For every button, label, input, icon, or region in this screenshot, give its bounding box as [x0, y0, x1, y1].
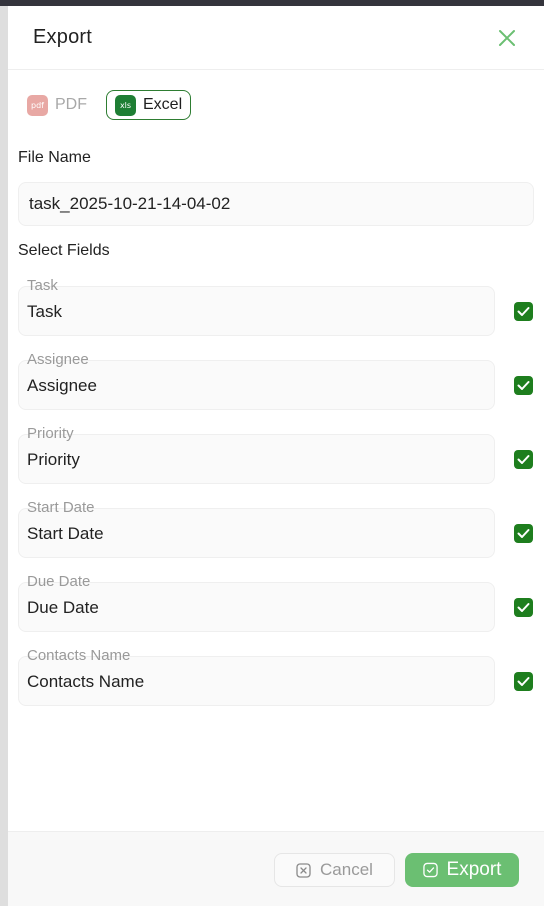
field-value: Start Date	[27, 524, 104, 543]
field-checkbox-due-date[interactable]	[514, 598, 533, 617]
field-row-assignee: Assignee Assignee	[18, 352, 534, 426]
dialog-title: Export	[33, 26, 93, 48]
format-selector: pdf PDF xls Excel	[8, 70, 544, 120]
check-icon	[517, 603, 530, 612]
field-caption: Task	[27, 277, 58, 294]
pdf-file-icon: pdf	[27, 94, 48, 116]
check-icon	[517, 455, 530, 464]
field-value: Assignee	[27, 376, 97, 395]
page-backdrop	[0, 6, 8, 906]
check-icon	[517, 381, 530, 390]
field-value: Contacts Name	[27, 672, 145, 691]
cancel-label: Cancel	[320, 860, 373, 879]
excel-format-label: Excel	[143, 96, 183, 113]
field-input-task[interactable]	[18, 286, 495, 336]
field-checkbox-contacts-name[interactable]	[514, 672, 533, 691]
export-label: Export	[446, 859, 502, 880]
close-button[interactable]	[496, 27, 518, 49]
check-icon	[517, 307, 530, 316]
fields-list: Task Task Assignee Assignee Priority Pri…	[8, 278, 544, 722]
field-input-priority[interactable]	[18, 434, 495, 484]
export-dialog: Export pdf PDF xls Excel File Name Selec…	[8, 6, 544, 906]
field-row-contacts-name: Contacts Name Contacts Name	[18, 648, 534, 722]
export-button[interactable]: Export	[405, 853, 519, 887]
field-value: Task	[27, 302, 62, 321]
close-square-icon	[296, 862, 311, 878]
excel-file-icon: xls	[115, 94, 136, 116]
dialog-header: Export	[8, 6, 544, 70]
field-checkbox-priority[interactable]	[514, 450, 533, 469]
field-value: Due Date	[27, 598, 99, 617]
select-fields-label: Select Fields	[18, 242, 110, 259]
field-checkbox-start-date[interactable]	[514, 524, 533, 543]
field-caption: Due Date	[27, 573, 91, 590]
field-row-start-date: Start Date Start Date	[18, 500, 534, 574]
field-row-priority: Priority Priority	[18, 426, 534, 500]
field-caption: Start Date	[27, 499, 95, 516]
excel-format-button[interactable]: xls Excel	[106, 90, 192, 120]
cancel-button[interactable]: Cancel	[274, 853, 395, 887]
check-square-icon	[422, 862, 438, 878]
check-icon	[517, 677, 530, 686]
field-caption: Assignee	[27, 351, 89, 368]
field-caption: Priority	[27, 425, 74, 442]
close-icon	[499, 29, 515, 46]
field-value: Priority	[27, 450, 80, 469]
field-row-task: Task Task	[18, 278, 534, 352]
pdf-format-button[interactable]: pdf PDF	[18, 90, 96, 120]
field-checkbox-assignee[interactable]	[514, 376, 533, 395]
file-name-label: File Name	[18, 149, 91, 166]
pdf-format-label: PDF	[55, 96, 87, 113]
field-checkbox-task[interactable]	[514, 302, 533, 321]
dialog-footer: Cancel Export	[8, 831, 544, 906]
field-row-due-date: Due Date Due Date	[18, 574, 534, 648]
field-caption: Contacts Name	[27, 647, 131, 664]
file-name-input[interactable]	[18, 182, 534, 226]
check-icon	[517, 529, 530, 538]
